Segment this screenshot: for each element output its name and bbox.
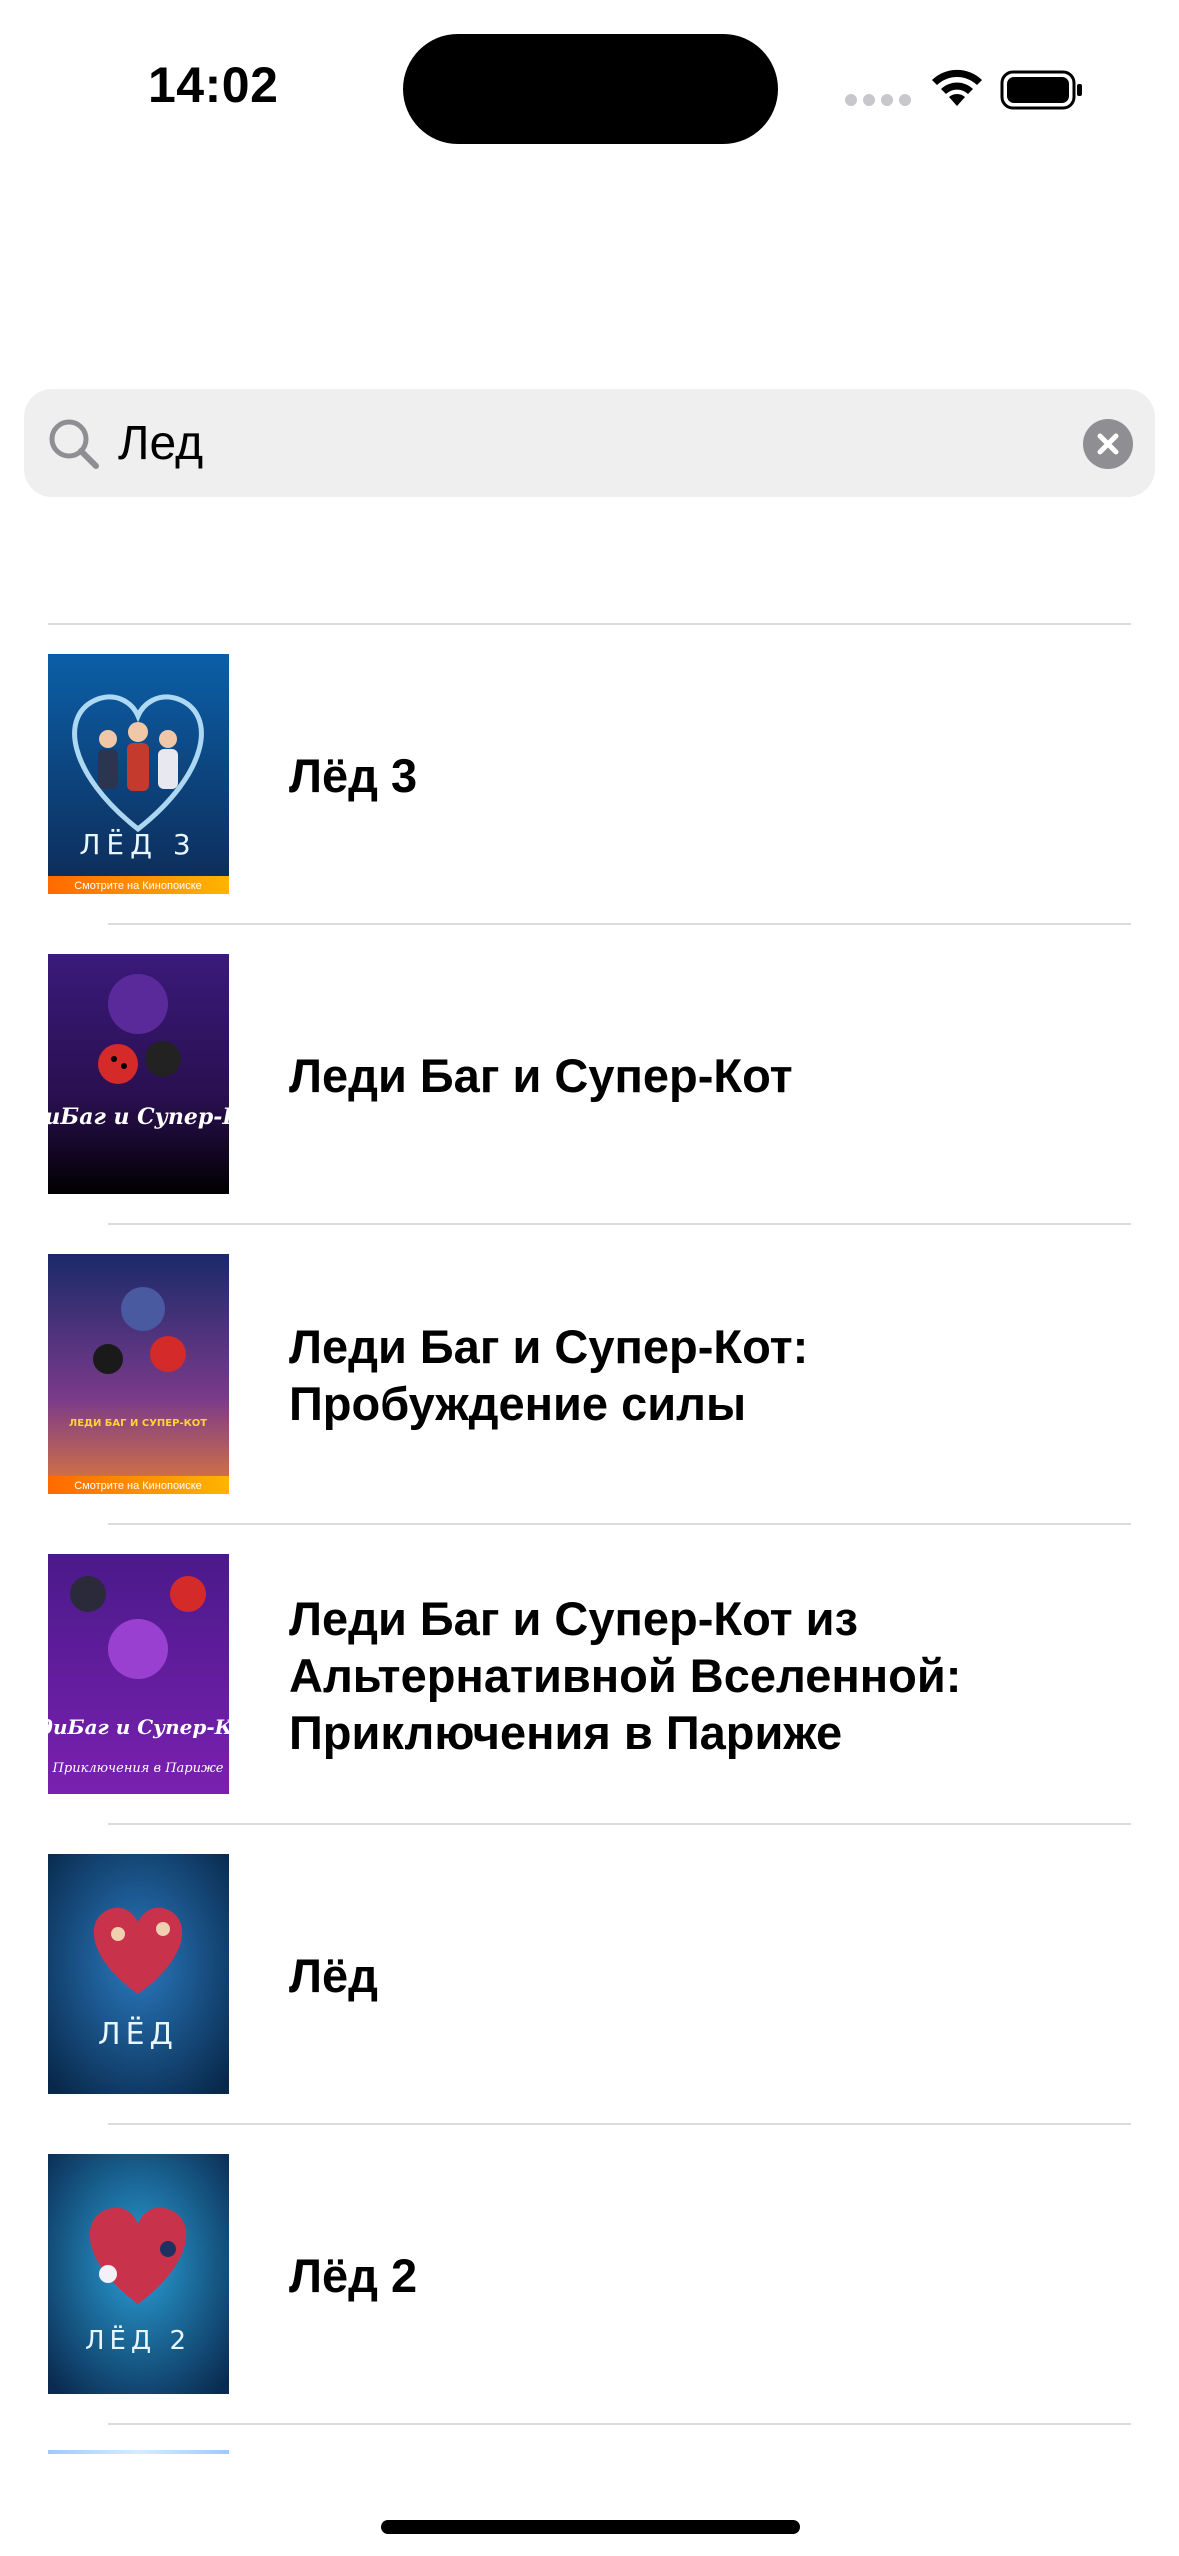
search-bar[interactable] bbox=[24, 389, 1155, 497]
movie-title: Леди Баг и Супер-Кот: Пробуждение силы bbox=[289, 1320, 809, 1430]
dynamic-island bbox=[403, 34, 778, 144]
status-time: 14:02 bbox=[148, 57, 279, 113]
wifi-icon bbox=[932, 69, 982, 106]
status-icons bbox=[845, 64, 1085, 112]
poster-text: ЛЕДИ БАГ И СУПЕР-КОТ bbox=[69, 1418, 207, 1429]
movie-poster: ЛедиБаг и Супер-Кот Приключения в Париже bbox=[48, 1554, 229, 1794]
poster-caption: Смотрите на Кинопоиске bbox=[74, 880, 202, 892]
movie-poster: ЛедиБаг и Супер-Кот bbox=[48, 954, 229, 1194]
movie-title: Леди Баг и Супер-Кот bbox=[289, 1048, 793, 1102]
row-divider bbox=[108, 2423, 1131, 2425]
poster-text: ЛЁД 2 bbox=[85, 2324, 191, 2356]
movie-poster: ЛЕДИ БАГ И СУПЕР-КОТ Смотрите на Кинопои… bbox=[48, 1254, 229, 1494]
clear-icon[interactable] bbox=[1083, 419, 1133, 469]
movie-poster: ЛЁД 2 bbox=[48, 2154, 229, 2394]
movie-title: Лёд bbox=[289, 1948, 378, 2002]
movie-poster: ЛЁД 3 Смотрите на Кинопоиске bbox=[48, 654, 229, 894]
search-results-list: ЛЁД 3 Смотрите на Кинопоиске Лёд 3 иБаг … bbox=[0, 625, 1179, 2425]
result-row[interactable]: ЛЁД 2 Лёд 2 bbox=[0, 2125, 1179, 2425]
result-row[interactable]: ЛедиБаг и Супер-Кот Приключения в Париже… bbox=[0, 1525, 1179, 1825]
next-result-poster-edge bbox=[48, 2450, 229, 2454]
search-icon bbox=[49, 419, 99, 469]
poster-text: ЛедиБаг и Супер-Кот bbox=[48, 1104, 229, 1130]
result-row[interactable]: ЛедиБаг и Супер-Кот Леди Баг и Супер-Кот bbox=[0, 925, 1179, 1225]
result-row[interactable]: ЛЁД 3 Смотрите на Кинопоиске Лёд 3 bbox=[0, 625, 1179, 925]
poster-text: ЛедиБаг и Супер-Кот bbox=[48, 1715, 229, 1739]
movie-title: Леди Баг и Супер-Кот из Альтернативной В… bbox=[289, 1591, 962, 1759]
poster-text: ЛЁД bbox=[98, 2016, 178, 2052]
result-row[interactable]: ЛЁД Лёд bbox=[0, 1825, 1179, 2125]
poster-caption: Приключения в Париже bbox=[52, 1761, 224, 1776]
poster-text: ЛЁД 3 bbox=[79, 828, 196, 861]
result-row[interactable]: ЛЕДИ БАГ И СУПЕР-КОТ Смотрите на Кинопои… bbox=[0, 1225, 1179, 1525]
battery-icon bbox=[1000, 70, 1082, 110]
movie-title: Лёд 3 bbox=[289, 748, 418, 802]
search-input[interactable] bbox=[118, 389, 1018, 497]
home-indicator[interactable] bbox=[381, 2520, 800, 2534]
movie-poster: ЛЁД bbox=[48, 1854, 229, 2094]
cellular-signal-icon bbox=[845, 94, 911, 106]
movie-title: Лёд 2 bbox=[289, 2248, 418, 2302]
poster-caption: Смотрите на Кинопоиске bbox=[74, 1480, 202, 1492]
